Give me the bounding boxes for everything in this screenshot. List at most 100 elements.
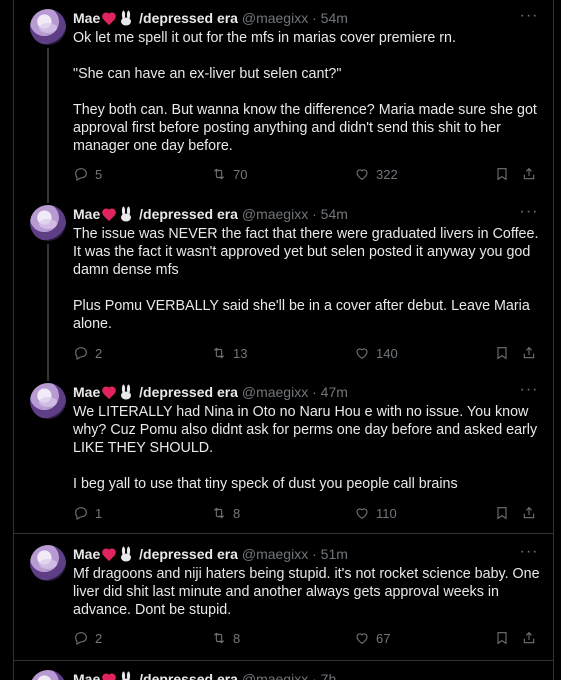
share-button[interactable] xyxy=(521,503,537,523)
share-icon xyxy=(523,346,535,359)
display-name[interactable]: Mae xyxy=(73,546,100,562)
handle[interactable]: @maegixx xyxy=(242,546,308,562)
bookmark-button[interactable] xyxy=(494,628,510,648)
reply-button[interactable]: 5 xyxy=(73,164,102,184)
display-name-suffix[interactable]: /depressed era xyxy=(139,206,238,222)
reply-button[interactable]: 1 xyxy=(73,503,102,523)
avatar[interactable] xyxy=(30,545,66,581)
reply-button[interactable]: 2 xyxy=(73,343,102,363)
tweet[interactable]: Mae /depressed era @maegixx · 54m ··· Th… xyxy=(14,196,553,374)
share-button[interactable] xyxy=(521,164,537,184)
tweet-header: Mae /depressed era @maegixx · 47m xyxy=(73,382,348,402)
repost-count: 8 xyxy=(233,630,241,646)
timestamp[interactable]: 54m xyxy=(321,206,348,222)
more-dots-icon[interactable]: ··· xyxy=(519,382,539,403)
bookmark-icon xyxy=(497,168,507,181)
display-name[interactable]: Mae xyxy=(73,10,100,26)
repost-button[interactable]: 8 xyxy=(211,628,240,648)
reply-count: 1 xyxy=(95,505,103,521)
share-icon xyxy=(523,506,535,519)
avatar[interactable] xyxy=(30,9,66,45)
share-button[interactable] xyxy=(521,343,537,363)
like-button[interactable]: 67 xyxy=(354,628,390,648)
display-name[interactable]: Mae xyxy=(73,671,100,680)
heart-emoji-icon xyxy=(101,11,117,27)
tweet[interactable]: Mae /depressed era @maegixx · 47m ··· We… xyxy=(14,374,553,533)
repost-button[interactable]: 8 xyxy=(211,503,240,523)
tweet-text: Mf dragoons and niji haters being stupid… xyxy=(73,566,544,618)
repost-icon xyxy=(213,168,225,180)
handle[interactable]: @maegixx xyxy=(242,384,308,400)
timestamp[interactable]: 51m xyxy=(321,546,348,562)
bunny-emoji-icon xyxy=(121,206,132,222)
display-name-suffix[interactable]: /depressed era xyxy=(139,384,238,400)
reply-button[interactable]: 2 xyxy=(73,628,102,648)
like-icon xyxy=(356,169,368,180)
display-name-suffix[interactable]: /depressed era xyxy=(139,671,238,680)
like-icon xyxy=(356,633,368,644)
share-button[interactable] xyxy=(521,628,537,648)
timestamp[interactable]: 47m xyxy=(321,384,348,400)
repost-icon xyxy=(213,507,225,519)
timestamp[interactable]: 7h xyxy=(321,671,337,680)
tweet-text: The issue was NEVER the fact that there … xyxy=(73,226,539,332)
reply-count: 2 xyxy=(95,345,103,361)
share-icon xyxy=(523,631,535,644)
avatar[interactable] xyxy=(30,670,66,680)
reply-icon xyxy=(75,347,87,360)
repost-icon xyxy=(213,632,225,644)
display-name-suffix[interactable]: /depressed era xyxy=(139,10,238,26)
bookmark-button[interactable] xyxy=(494,343,510,363)
tweet-text: Ok let me spell it out for the mfs in ma… xyxy=(73,30,537,154)
tweet-actions: 2 8 67 xyxy=(73,628,535,648)
repost-button[interactable]: 13 xyxy=(211,343,247,363)
tweet-actions: 5 70 322 xyxy=(73,164,535,184)
repost-button[interactable]: 70 xyxy=(211,164,247,184)
thread-line xyxy=(47,244,49,374)
tweet-header: Mae /depressed era @maegixx · 54m xyxy=(73,204,348,224)
avatar[interactable] xyxy=(30,205,66,241)
more-dots-icon[interactable]: ··· xyxy=(519,544,539,565)
bunny-emoji-icon xyxy=(121,10,132,26)
heart-emoji-icon xyxy=(101,547,117,563)
separator-dot: · xyxy=(312,10,317,26)
like-count: 140 xyxy=(376,345,398,361)
thread-line xyxy=(47,196,49,203)
heart-emoji-icon xyxy=(101,385,117,401)
bookmark-button[interactable] xyxy=(494,164,510,184)
avatar[interactable] xyxy=(30,383,66,419)
display-name-suffix[interactable]: /depressed era xyxy=(139,546,238,562)
tweet[interactable]: Mae /depressed era @maegixx · 7h xyxy=(14,661,553,680)
reply-count: 2 xyxy=(95,630,103,646)
like-icon xyxy=(356,348,368,359)
heart-emoji-icon xyxy=(101,672,117,680)
tweet[interactable]: Mae /depressed era @maegixx · 54m ··· Ok… xyxy=(14,0,553,196)
timestamp[interactable]: 54m xyxy=(321,10,348,26)
bookmark-button[interactable] xyxy=(494,503,510,523)
display-name[interactable]: Mae xyxy=(73,384,100,400)
reply-icon xyxy=(75,168,87,181)
separator-dot: · xyxy=(312,671,317,680)
tweet-header: Mae /depressed era @maegixx · 54m xyxy=(73,8,348,28)
more-dots-icon[interactable]: ··· xyxy=(519,8,539,29)
handle[interactable]: @maegixx xyxy=(242,10,308,26)
heart-emoji-icon xyxy=(101,207,117,223)
more-dots-icon[interactable]: ··· xyxy=(519,204,539,225)
bunny-emoji-icon xyxy=(122,671,131,680)
tweet-header: Mae /depressed era @maegixx · 51m xyxy=(73,544,348,564)
like-button[interactable]: 140 xyxy=(354,343,398,363)
like-button[interactable]: 322 xyxy=(354,164,398,184)
repost-icon xyxy=(213,347,225,359)
handle[interactable]: @maegixx xyxy=(242,206,308,222)
handle[interactable]: @maegixx xyxy=(242,671,308,680)
reply-icon xyxy=(75,507,87,520)
timeline-column: Mae /depressed era @maegixx · 54m ··· Ok… xyxy=(13,0,554,680)
thread-line xyxy=(47,374,49,381)
thread-line xyxy=(47,48,49,196)
like-button[interactable]: 110 xyxy=(354,503,397,523)
display-name[interactable]: Mae xyxy=(73,206,100,222)
bunny-emoji-icon xyxy=(121,384,132,400)
like-count: 67 xyxy=(376,630,391,646)
tweet[interactable]: Mae /depressed era @maegixx · 51m ··· Mf… xyxy=(14,534,553,660)
bookmark-icon xyxy=(497,347,507,360)
